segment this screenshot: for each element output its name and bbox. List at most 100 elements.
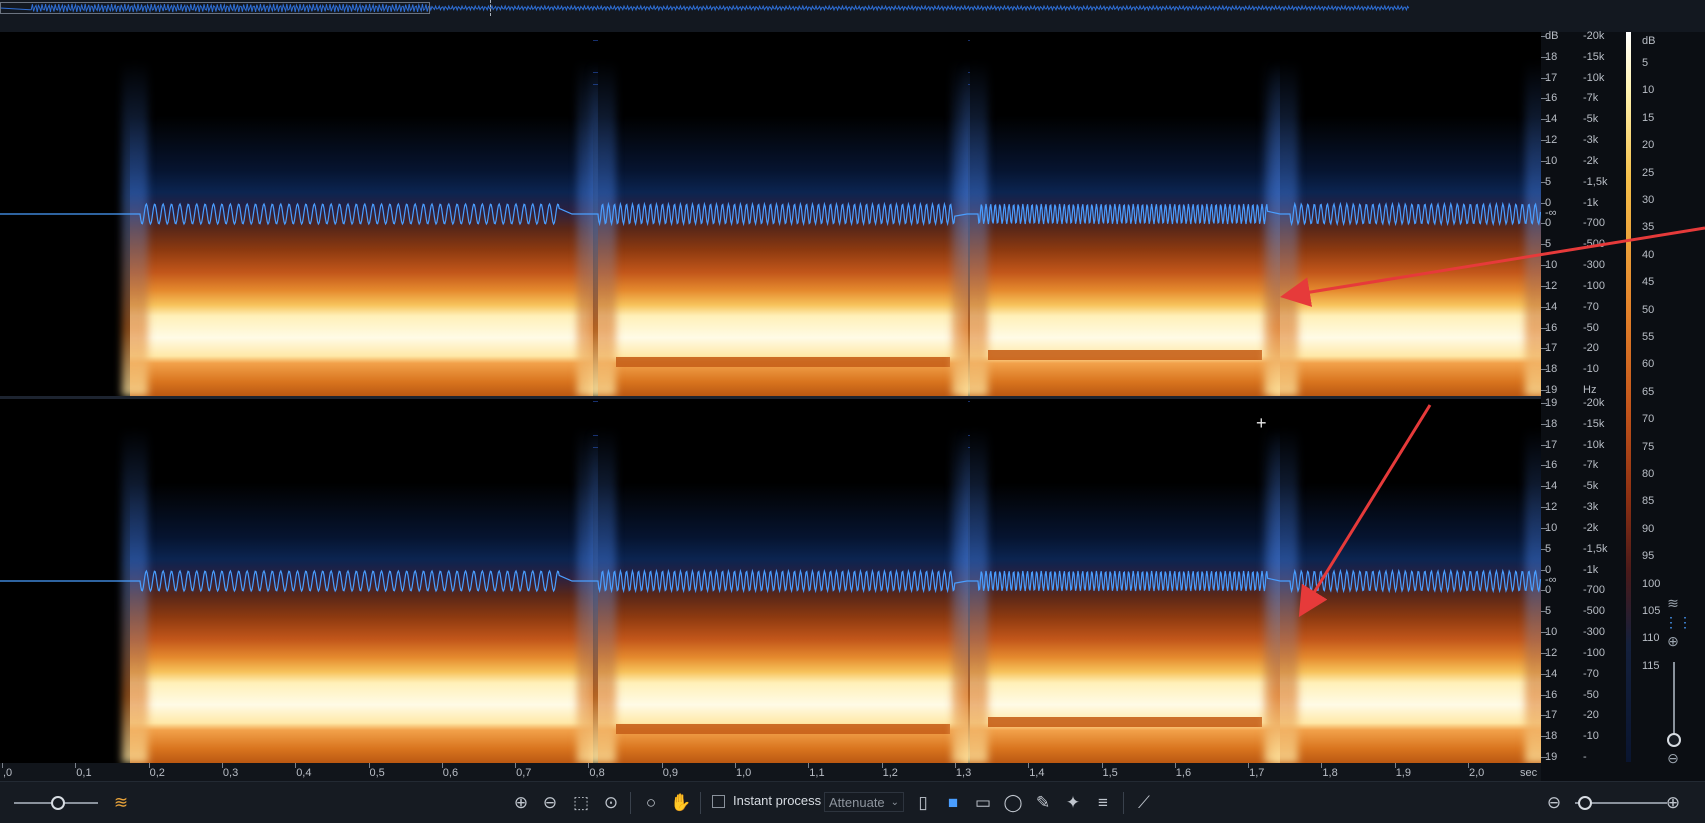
spectrogram-channel-right[interactable]: +: [0, 399, 1541, 763]
zoom-in-horizontal-icon[interactable]: ⊕: [1662, 792, 1684, 814]
time-tick-label: 0,5: [369, 767, 385, 779]
vertical-zoom-knob[interactable]: [1667, 733, 1681, 747]
scale-tick-mark: [1541, 265, 1547, 267]
infinity-label: -∞: [1545, 207, 1557, 219]
scale-tick-mark: [1541, 736, 1547, 738]
time-tick-label: 1,4: [1029, 767, 1045, 779]
hz-tick-label: -700: [1583, 584, 1606, 597]
time-tick-label: ,0: [3, 767, 13, 779]
horizontal-zoom-knob[interactable]: [51, 796, 65, 810]
spectrogram-view-icon[interactable]: ≋: [1664, 595, 1682, 612]
colorbar-tick-label: 75: [1642, 440, 1655, 453]
hz-tick-label: -2k: [1583, 521, 1599, 534]
hz-tick-label: -10k: [1583, 438, 1605, 451]
spectrogram-channel-left[interactable]: [0, 32, 1541, 396]
scale-tick-mark: [1541, 119, 1547, 121]
overview-playhead: [490, 0, 491, 16]
infinity-label: -∞: [1545, 574, 1557, 586]
scale-tick-mark: [1541, 223, 1547, 225]
scale-tick-mark: [1541, 757, 1547, 758]
colorbar-tick-label: 115: [1642, 659, 1660, 672]
instant-process-checkbox[interactable]: [712, 795, 725, 808]
time-tick-label: 1,5: [1102, 767, 1118, 779]
hz-tick-label: -15k: [1583, 50, 1605, 63]
colorbar-scale: dB 5 10 15 20 25 30 35 40 45 50 55 60 65 70 75 80 85 90 95…: [1636, 32, 1705, 763]
time-ruler[interactable]: ,0 0,1 0,2 0,3 0,4 0,5 0,6 0,7 0,8 0,9 1,0 1,1 1,2 1,…: [0, 763, 1541, 781]
toolbar-separator: [1123, 792, 1124, 814]
hz-tick-label: -15k: [1583, 417, 1605, 430]
scale-tick-mark: [1541, 652, 1547, 654]
frequency-scale[interactable]: dB -20k 18 -15k 17 -10k 16 -7k 14 -5k 12 -3k 10 -2k 5-…: [1541, 31, 1626, 763]
hand-icon[interactable]: ✋: [670, 792, 692, 814]
waveform-view-icon[interactable]: ⋮⋮: [1664, 614, 1692, 631]
zoom-selection-icon[interactable]: ⬚: [570, 792, 592, 814]
colorbar-tick-label: 40: [1642, 248, 1655, 261]
scale-tick-mark: [1541, 403, 1547, 404]
colorbar-tick-label: 90: [1642, 522, 1655, 535]
time-tick-label: 0,4: [296, 767, 312, 779]
hz-tick-label: -20: [1583, 709, 1599, 722]
hz-tick-label: -100: [1583, 279, 1606, 292]
hz-tick-label: -5k: [1583, 113, 1599, 126]
process-mode-select[interactable]: Attenuate ⌄: [824, 792, 904, 812]
hz-tick-label: -70: [1583, 300, 1599, 313]
chevron-down-icon: ⌄: [890, 797, 899, 808]
scale-tick-mark: [1541, 348, 1547, 350]
scale-tick-mark: [1541, 423, 1547, 425]
scale-tick-mark: [1541, 244, 1547, 246]
process-mode-value: Attenuate: [829, 795, 885, 810]
zoom-out-horizontal-icon[interactable]: ⊖: [1543, 792, 1565, 814]
scale-tick-mark: [1541, 98, 1547, 100]
waveform-overview[interactable]: [0, 0, 1705, 32]
zoom-fit-icon[interactable]: ⊙: [600, 792, 622, 814]
scale-tick-mark: [1541, 285, 1547, 287]
time-tick-label: 1,3: [955, 767, 972, 779]
hz-tick-label: -1,5k: [1583, 175, 1608, 188]
zoom-in-icon[interactable]: ⊕: [510, 792, 532, 814]
magnify-icon[interactable]: ○: [640, 792, 662, 814]
waveform-overlay: [0, 568, 1541, 594]
colorbar-tick-label: 5: [1642, 57, 1649, 69]
spectrogram-settings-icon[interactable]: ≋: [110, 792, 132, 814]
time-zoom-knob[interactable]: [1578, 796, 1592, 810]
colorbar-tick-label: 50: [1642, 303, 1655, 316]
hz-tick-label: -1,5k: [1583, 542, 1608, 555]
zoom-out-icon[interactable]: ⊖: [539, 792, 561, 814]
lasso-icon[interactable]: ◯: [1002, 792, 1024, 814]
time-tick-label: 0,8: [589, 767, 605, 779]
time-selection-icon[interactable]: ▯: [912, 792, 934, 814]
time-tick-label: 1,7: [1249, 767, 1265, 779]
brush-icon[interactable]: ✎: [1032, 792, 1054, 814]
magic-wand-icon[interactable]: ✦: [1062, 792, 1084, 814]
scale-tick-mark: [1541, 486, 1547, 488]
time-tick-label: 0,6: [442, 767, 459, 779]
scale-tick-mark: [1541, 590, 1547, 592]
overview-visible-range[interactable]: [0, 2, 430, 14]
vertical-zoom-slider[interactable]: [1673, 662, 1675, 734]
hz-tick-label: -3k: [1583, 501, 1599, 514]
colorbar-tick-label: 95: [1642, 550, 1655, 563]
toolbar-separator: [700, 792, 701, 814]
time-tick-label: 1,2: [882, 767, 898, 779]
hz-tick-label: -300: [1583, 626, 1606, 639]
hz-tick-label: -1k: [1583, 196, 1599, 209]
hz-tick-label: -5k: [1583, 480, 1599, 493]
toolbar-separator: [630, 792, 631, 814]
hz-tick-label: -500: [1583, 605, 1606, 618]
frequency-selection-icon[interactable]: ▭: [972, 792, 994, 814]
hz-tick-label: -10: [1583, 363, 1599, 376]
intensity-colorbar: [1626, 32, 1631, 762]
scale-tick-mark: [1541, 715, 1547, 717]
colorbar-tick-label: 100: [1642, 577, 1661, 590]
scale-tick-mark: [1541, 140, 1547, 142]
harmonic-selection-icon[interactable]: ≡: [1092, 792, 1114, 814]
rectangle-selection-icon[interactable]: ■: [942, 792, 964, 814]
scale-tick-mark: [1541, 369, 1547, 371]
scale-tick-mark: [1541, 36, 1547, 37]
envelope-icon[interactable]: ⟋: [1133, 792, 1155, 814]
instant-process-label: Instant process: [733, 793, 822, 808]
hz-tick-label: Hz: [1583, 384, 1597, 396]
zoom-out-vertical-icon[interactable]: ⊖: [1664, 750, 1682, 767]
colorbar-tick-label: 60: [1642, 358, 1655, 371]
zoom-in-vertical-icon[interactable]: ⊕: [1664, 633, 1682, 650]
